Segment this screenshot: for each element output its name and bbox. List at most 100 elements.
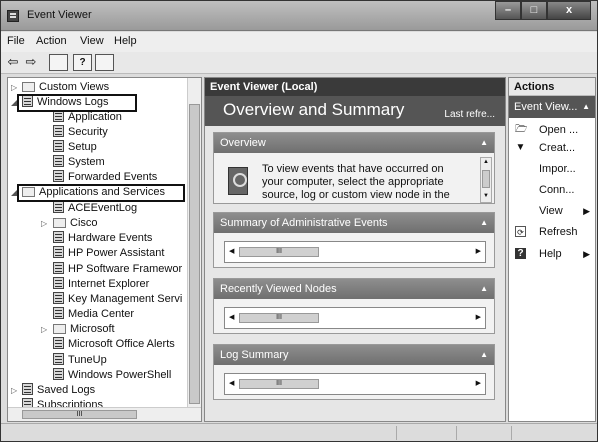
tree-item-tuneup[interactable]: TuneUp	[53, 353, 107, 368]
action-label: Impor...	[539, 163, 576, 175]
scroll-down-icon[interactable]: ▼	[483, 193, 489, 199]
menu-view[interactable]: View	[80, 35, 104, 47]
scrollbar-thumb[interactable]	[189, 104, 200, 404]
tree-item-aceeventlog[interactable]: ACEEventLog	[53, 201, 137, 216]
tree-item-label: Cisco	[70, 217, 98, 229]
tree-item-hp-software-framework[interactable]: HP Software Framewor	[53, 262, 182, 277]
log-icon	[53, 277, 64, 289]
actions-section-header[interactable]: Event View... ▲	[509, 96, 595, 118]
tree-vertical-scrollbar[interactable]	[187, 78, 201, 408]
scroll-left-icon[interactable]: ◀	[229, 379, 234, 387]
tree-item-label: Hardware Events	[68, 232, 153, 244]
action-connect[interactable]: Conn...	[509, 182, 595, 198]
log-icon	[53, 368, 64, 380]
show-hide-console-tree-icon[interactable]	[49, 54, 68, 71]
collapse-caret-icon[interactable]: ▲	[480, 133, 488, 153]
help-icon[interactable]: ?	[73, 54, 92, 71]
tree-item-cisco[interactable]: Cisco	[53, 216, 98, 231]
scroll-left-icon[interactable]: ◀	[229, 247, 234, 255]
log-icon	[53, 246, 64, 258]
scroll-right-icon[interactable]: ▶	[476, 313, 481, 321]
close-button[interactable]: x	[547, 1, 591, 20]
expand-icon[interactable]: ▷	[41, 325, 47, 334]
overview-panel: Overview ▲ To view events that have occu…	[213, 132, 495, 204]
tree-item-internet-explorer[interactable]: Internet Explorer	[53, 277, 149, 292]
tree-item-hardware-events[interactable]: Hardware Events	[53, 231, 152, 246]
tree-item-custom-views[interactable]: Custom Views	[22, 80, 109, 95]
scrollbar-thumb[interactable]: III	[22, 410, 137, 419]
folder-icon: 🗁	[515, 124, 528, 135]
recent-scrollbar[interactable]: ◀ III ▶	[224, 307, 486, 329]
scroll-up-icon[interactable]: ▲	[483, 159, 489, 165]
minimize-button[interactable]: –	[495, 1, 521, 20]
action-create[interactable]: ▼ Creat...	[509, 140, 595, 156]
show-hide-action-pane-icon[interactable]	[95, 54, 114, 71]
collapse-caret-icon[interactable]: ▲	[582, 96, 590, 118]
tree-item-saved-logs[interactable]: Saved Logs	[22, 383, 95, 398]
collapse-caret-icon[interactable]: ▲	[480, 345, 488, 365]
expand-icon[interactable]: ▷	[11, 83, 17, 92]
action-help[interactable]: ? Help ▶	[509, 246, 595, 262]
recently-viewed-panel-header[interactable]: Recently Viewed Nodes ▲	[214, 279, 494, 299]
log-icon	[53, 262, 64, 274]
event-viewer-overview-icon	[228, 167, 248, 195]
log-icon	[53, 353, 64, 365]
tree-item-media-center[interactable]: Media Center	[53, 307, 134, 322]
collapse-caret-icon[interactable]: ▲	[480, 213, 488, 233]
tree-item-label: Key Management Servi	[68, 293, 183, 305]
window-title: Event Viewer	[27, 9, 92, 21]
scroll-right-icon[interactable]: ▶	[476, 379, 481, 387]
maximize-button[interactable]: □	[521, 1, 547, 20]
tree-item-forwarded-events[interactable]: Forwarded Events	[53, 170, 157, 185]
log-summary-scrollbar[interactable]: ◀ III ▶	[224, 373, 486, 395]
action-refresh[interactable]: ⟳ Refresh	[509, 224, 595, 240]
tree-horizontal-scrollbar[interactable]: III	[8, 407, 201, 421]
scrollbar-thumb[interactable]: III	[239, 379, 319, 389]
scrollbar-thumb[interactable]: III	[239, 247, 319, 257]
log-summary-panel-header[interactable]: Log Summary ▲	[214, 345, 494, 365]
summary-panel-header[interactable]: Summary of Administrative Events ▲	[214, 213, 494, 233]
expand-icon[interactable]: ▷	[11, 386, 17, 395]
tree-item-key-management-service[interactable]: Key Management Servi	[53, 292, 182, 307]
menu-action[interactable]: Action	[36, 35, 67, 47]
menu-help[interactable]: Help	[114, 35, 137, 47]
tree-item-application[interactable]: Application	[53, 110, 122, 125]
overview-panel-header[interactable]: Overview ▲	[214, 133, 494, 153]
action-view[interactable]: View ▶	[509, 203, 595, 219]
summary-scrollbar[interactable]: ◀ III ▶	[224, 241, 486, 263]
back-icon[interactable]: ⇦	[5, 54, 21, 71]
action-open[interactable]: 🗁 Open ...	[509, 122, 595, 138]
center-pane: Event Viewer (Local) Overview and Summar…	[204, 77, 506, 422]
scrollbar-thumb[interactable]: III	[239, 313, 319, 323]
tree-item-label: Custom Views	[39, 81, 110, 93]
tree-item-label: Forwarded Events	[68, 171, 158, 183]
tree-item-microsoft[interactable]: Microsoft	[53, 322, 115, 337]
menu-file[interactable]: File	[7, 35, 25, 47]
collapse-caret-icon[interactable]: ▲	[480, 279, 488, 299]
tree-item-label: Setup	[68, 141, 97, 153]
forward-icon[interactable]: ⇨	[23, 54, 39, 71]
scrollbar-thumb[interactable]	[482, 170, 490, 188]
action-label: Refresh	[539, 226, 578, 238]
tree-item-security[interactable]: Security	[53, 125, 108, 140]
panel-title: Overview	[220, 137, 266, 149]
log-icon	[53, 231, 64, 243]
help-icon: ?	[515, 248, 526, 259]
tree-item-windows-powershell[interactable]: Windows PowerShell	[53, 368, 171, 383]
submenu-arrow-icon: ▶	[583, 206, 590, 216]
tree-item-system[interactable]: System	[53, 155, 105, 170]
tree-item-hp-power-assistant[interactable]: HP Power Assistant	[53, 246, 164, 261]
tree-item-setup[interactable]: Setup	[53, 140, 97, 155]
summary-panel: Summary of Administrative Events ▲ ◀ III…	[213, 212, 495, 268]
refresh-icon: ⟳	[515, 226, 526, 237]
scroll-right-icon[interactable]: ▶	[476, 247, 481, 255]
overview-scrollbar[interactable]: ▲ ▼	[480, 157, 492, 203]
action-import[interactable]: Impor...	[509, 161, 595, 177]
folder-icon	[22, 82, 35, 92]
tree-item-microsoft-office-alerts[interactable]: Microsoft Office Alerts	[53, 337, 175, 352]
actions-pane: Actions Event View... ▲ 🗁 Open ... ▼ Cre…	[508, 77, 596, 422]
panel-title: Summary of Administrative Events	[220, 217, 388, 229]
toolbar: ⇦ ⇨ ?	[1, 52, 597, 74]
scroll-left-icon[interactable]: ◀	[229, 313, 234, 321]
expand-icon[interactable]: ▷	[41, 219, 47, 228]
